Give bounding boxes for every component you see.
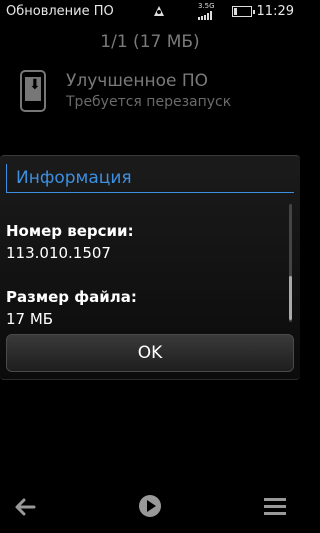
scrollbar-thumb[interactable] [289, 276, 292, 320]
status-bar: Обновление ПО 3.5G 11:29 [0, 0, 300, 24]
dialog-title-divider [6, 192, 294, 193]
update-name: Улучшенное ПО [66, 71, 209, 91]
connection-indicator-icon [154, 6, 164, 16]
information-dialog: Информация Номер версии: 113.010.1507 Ра… [0, 155, 300, 380]
version-label: Номер версии: [6, 222, 134, 240]
package-count: 1/1 (17 МБ) [100, 32, 200, 52]
back-arrow-icon[interactable] [12, 494, 38, 520]
status-time: 11:29 [256, 4, 294, 19]
battery-icon [232, 6, 255, 17]
bottom-toolbar [0, 490, 300, 526]
status-app-title: Обновление ПО [6, 4, 114, 19]
file-size-label: Размер файла: [6, 288, 137, 306]
menu-icon[interactable] [264, 498, 286, 516]
dialog-scrollbar[interactable] [289, 204, 292, 322]
battery-level-fill [234, 8, 237, 15]
file-size-value: 17 МБ [6, 310, 54, 328]
phone-download-icon: ⬇ [20, 70, 46, 112]
dialog-title: Информация [16, 168, 132, 188]
play-icon[interactable] [138, 494, 162, 518]
version-value: 113.010.1507 [6, 244, 111, 262]
update-subtitle: Требуется перезапуск [66, 94, 232, 110]
network-type-label: 3.5G [198, 2, 215, 10]
signal-bars-icon [198, 11, 212, 20]
update-list-item[interactable]: ⬇ Улучшенное ПО Требуется перезапуск [0, 62, 300, 124]
ok-button[interactable]: OK [6, 334, 294, 372]
